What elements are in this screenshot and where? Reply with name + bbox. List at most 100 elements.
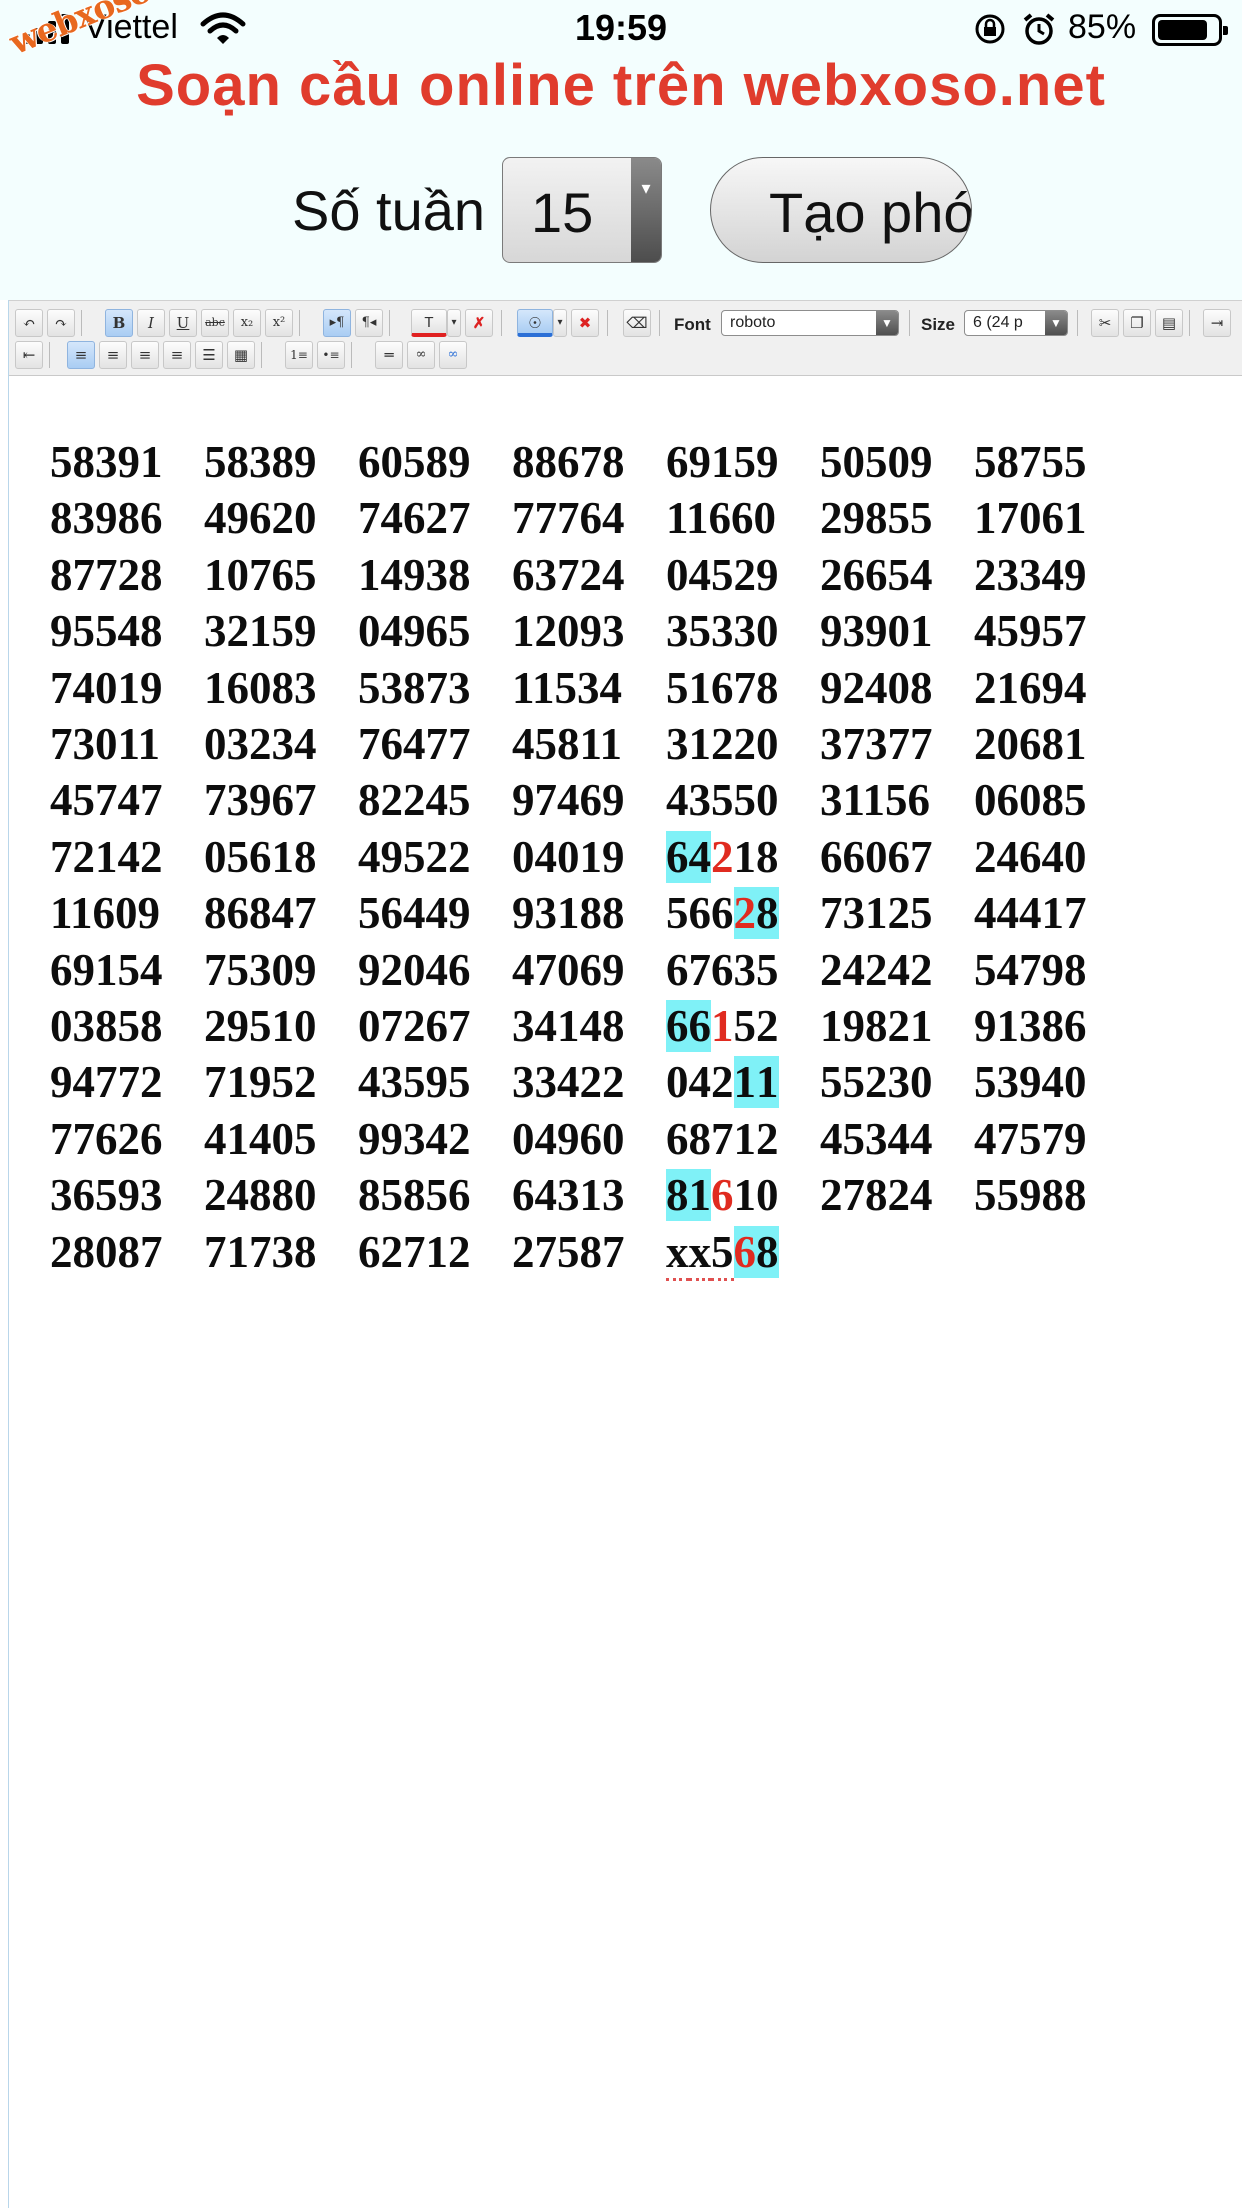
number-digit: 8 [756, 887, 779, 940]
justify-icon[interactable]: ☰ [195, 341, 223, 369]
indent-icon[interactable]: ⇥ [1203, 309, 1231, 337]
number-cell: 04965 [358, 606, 471, 657]
highlight-color-icon[interactable]: ☉ [517, 309, 553, 337]
number-cell: 63724 [512, 549, 625, 600]
align-left-2-icon[interactable]: ≡ [99, 341, 127, 369]
number-digit: x [688, 1226, 711, 1281]
number-cell: 75309 [204, 944, 317, 995]
align-right-icon[interactable]: ≡ [163, 341, 191, 369]
number-digit: 5 [666, 888, 689, 939]
number-cell: 53873 [358, 662, 471, 713]
paste-icon[interactable]: ▤ [1155, 309, 1183, 337]
number-cell: 73967 [204, 775, 317, 826]
chevron-down-icon[interactable]: ▾ [447, 309, 461, 337]
number-cell: 64313 [512, 1170, 625, 1221]
font-label: Font [674, 315, 711, 334]
number-cell: 83986 [50, 493, 163, 544]
number-cell: 41405 [204, 1113, 317, 1164]
number-cell: 19821 [820, 1001, 933, 1051]
outdent-icon[interactable]: ⇤ [15, 341, 43, 369]
battery-icon [1152, 14, 1228, 46]
ordered-list-icon[interactable]: 1≡ [285, 341, 313, 369]
underline-icon[interactable]: U [169, 309, 197, 337]
remove-highlight-icon[interactable]: ✖ [571, 309, 599, 337]
number-cell: 58389 [204, 437, 317, 487]
number-digit: 6 [666, 830, 689, 883]
number-cell: 31220 [666, 719, 779, 769]
number-digit: 2 [711, 1057, 734, 1108]
number-cell: 91386 [974, 1001, 1087, 1051]
number-cell: 03234 [204, 719, 317, 769]
number-cell: 23349 [974, 549, 1087, 600]
align-left-icon[interactable]: ≡ [67, 341, 95, 369]
rotation-lock-icon [975, 14, 1005, 44]
number-cell: 82245 [358, 775, 471, 826]
rtl-icon[interactable]: ¶◂ [355, 309, 383, 337]
number-cell: 37377 [820, 719, 933, 769]
number-cell: 49522 [358, 831, 471, 882]
number-cell: 55988 [974, 1170, 1087, 1221]
create-button-label: Tạo phó [769, 181, 972, 244]
number-digit: 2 [733, 887, 756, 940]
number-cell: 14938 [358, 549, 471, 600]
number-cell: 76477 [358, 719, 471, 769]
superscript-icon[interactable]: x² [265, 309, 293, 337]
number-cell: 88678 [512, 437, 625, 487]
undo-icon[interactable]: ↶ [15, 309, 43, 337]
text-color-icon[interactable]: T [411, 309, 447, 337]
alarm-icon [1023, 13, 1055, 45]
status-bar: Viettel 19:59 85% [0, 0, 1242, 60]
number-cell: 92046 [358, 944, 471, 995]
number-cell: 24640 [974, 831, 1087, 882]
number-cell: 04529 [666, 549, 779, 600]
number-cell: 11660 [666, 493, 777, 544]
number-cell: 56628 [666, 887, 779, 940]
link-icon[interactable]: ∞ [407, 341, 435, 369]
number-cell: 21694 [974, 662, 1087, 713]
create-button[interactable]: Tạo phó [710, 157, 972, 263]
number-cell: 29510 [204, 1001, 317, 1051]
subscript-icon[interactable]: x₂ [233, 309, 261, 337]
chevron-down-icon: ▾ [631, 158, 661, 262]
eraser-icon[interactable]: ⌫ [623, 309, 651, 337]
number-digit: 6 [688, 888, 712, 939]
redo-icon[interactable]: ↷ [47, 309, 75, 337]
number-cell: 92408 [820, 662, 933, 713]
horizontal-rule-icon[interactable]: ═ [375, 341, 403, 369]
weeks-select-value: 15 [531, 181, 594, 244]
number-digit: 5 [733, 1001, 757, 1051]
unlink-icon[interactable]: ∞ [439, 341, 467, 369]
number-cell: 17061 [974, 493, 1087, 544]
editor-toolbar: ↶ ↷ B I U abc x₂ x² ▸¶ ¶◂ T ▾ ✗ ☉ ▾ ✖ ⌫ … [9, 300, 1242, 376]
number-cell: 34148 [512, 1001, 625, 1051]
weeks-select[interactable]: 15 ▾ [502, 157, 662, 263]
number-cell: xx568 [666, 1225, 779, 1281]
size-select-value: 6 (24 p [973, 314, 1023, 331]
remove-format-icon[interactable]: ✗ [465, 309, 493, 337]
unordered-list-icon[interactable]: •≡ [317, 341, 345, 369]
number-digit: 5 [711, 1226, 734, 1281]
number-cell: 67635 [666, 944, 779, 995]
font-select[interactable]: roboto ▼ [721, 310, 899, 336]
number-cell: 16083 [204, 662, 317, 713]
size-select[interactable]: 6 (24 p ▼ [964, 310, 1068, 336]
number-cell: 06085 [974, 775, 1087, 826]
align-center-icon[interactable]: ≡ [131, 341, 159, 369]
ltr-icon[interactable]: ▸¶ [323, 309, 351, 337]
number-cell: 43595 [358, 1057, 471, 1108]
copy-icon[interactable]: ❐ [1123, 309, 1151, 337]
number-digit: 1 [688, 1169, 711, 1222]
number-cell: 77626 [50, 1113, 163, 1164]
table-icon[interactable]: ▦ [227, 341, 255, 369]
size-label: Size [921, 315, 956, 334]
number-cell: 05618 [204, 831, 317, 882]
strikethrough-icon[interactable]: abc [201, 309, 229, 337]
chevron-down-icon[interactable]: ▾ [553, 309, 567, 337]
number-cell: 60589 [358, 437, 471, 487]
italic-icon[interactable]: I [137, 309, 165, 337]
cut-icon[interactable]: ✂ [1091, 309, 1119, 337]
number-digit: 8 [666, 1169, 689, 1222]
bold-icon[interactable]: B [105, 309, 133, 337]
number-digit: 6 [711, 888, 734, 939]
number-digit: 0 [756, 1170, 779, 1221]
